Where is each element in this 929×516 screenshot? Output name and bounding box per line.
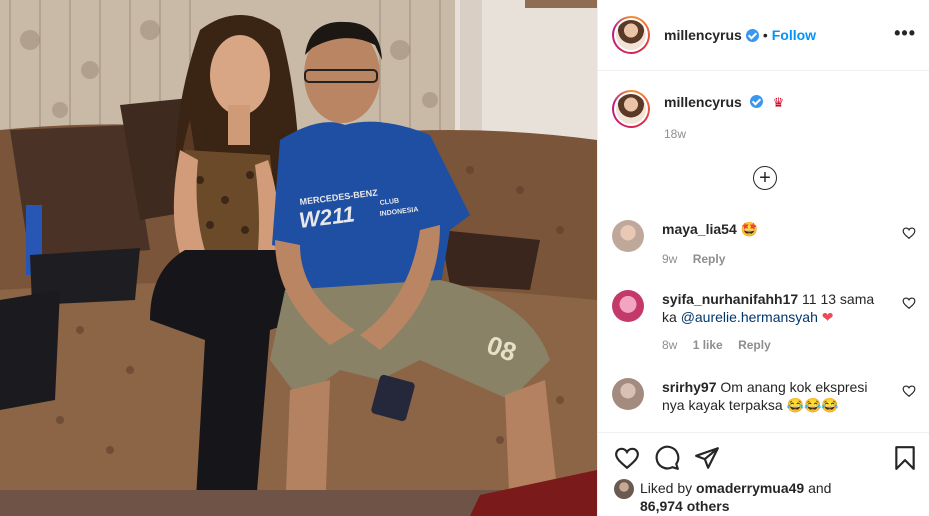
caption-time[interactable]: 18w — [664, 127, 784, 141]
follow-button[interactable]: Follow — [772, 27, 816, 43]
reply-button[interactable]: Reply — [693, 252, 726, 266]
comment-text: 🤩 — [740, 221, 759, 237]
comments-section: millencyrus ♛ 18w + maya_lia54 🤩 9w Repl… — [598, 72, 929, 432]
verified-badge-icon — [749, 95, 763, 108]
comment-likes-count[interactable]: 1 like — [693, 338, 723, 352]
comment-time[interactable]: 9w — [662, 252, 677, 266]
crown-emoji-icon: ♛ — [772, 95, 785, 110]
verified-badge-icon — [745, 28, 759, 42]
post-actions: Liked by omaderrymua49 and 86,974 others — [598, 432, 929, 516]
likes-others-count[interactable]: 86,974 others — [640, 498, 730, 514]
commenter-avatar[interactable] — [612, 220, 644, 252]
comment-item: maya_lia54 🤩 9w Reply — [612, 220, 916, 266]
post-image: MERCEDES-BENZ W211 CLUB INDONESIA 08 — [0, 0, 597, 516]
comment-username[interactable]: srirhy97 — [662, 379, 716, 395]
likes-prefix: Liked by — [640, 480, 693, 496]
red-heart-emoji-icon: ❤ — [821, 309, 834, 325]
comment-item: srirhy97 Om anang kok ekspresi nya kayak… — [612, 378, 916, 414]
save-bookmark-icon[interactable] — [892, 445, 918, 471]
laughing-emoji-icon: 😂😂😂 — [786, 397, 839, 413]
reply-button[interactable]: Reply — [738, 338, 771, 352]
comment-username[interactable]: syifa_nurhanifahh17 — [662, 291, 798, 307]
avatar-image — [616, 20, 646, 50]
like-comment-heart-icon[interactable] — [902, 384, 916, 398]
liker-avatar[interactable] — [614, 479, 634, 499]
caption-username[interactable]: millencyrus — [664, 94, 742, 110]
more-options-icon[interactable]: ••• — [894, 24, 916, 42]
caption: millencyrus ♛ 18w — [612, 90, 784, 141]
post-side-panel: millencyrus • Follow ••• millencyrus ♛ 1… — [597, 0, 929, 516]
comment-item: syifa_nurhanifahh17 11 13 sama ka @aurel… — [612, 290, 916, 352]
likes-connector: and — [808, 480, 832, 496]
comment-mention-link[interactable]: @aurelie.hermansyah — [681, 309, 818, 325]
comment-bubble-icon[interactable] — [654, 445, 680, 471]
avatar-image — [616, 94, 646, 124]
caption-avatar[interactable] — [612, 90, 650, 128]
liker-username[interactable]: omaderrymua49 — [696, 480, 804, 496]
like-heart-icon[interactable] — [614, 445, 640, 471]
commenter-avatar[interactable] — [612, 290, 644, 322]
post-header: millencyrus • Follow ••• — [598, 0, 929, 71]
share-paper-plane-icon[interactable] — [694, 445, 720, 471]
load-more-comments-button[interactable]: + — [753, 166, 777, 190]
likes-summary: Liked by omaderrymua49 and 86,974 others — [614, 479, 831, 515]
author-avatar[interactable] — [612, 16, 650, 54]
like-comment-heart-icon[interactable] — [902, 296, 916, 310]
comment-username[interactable]: maya_lia54 — [662, 221, 737, 237]
separator-dot: • — [762, 27, 768, 43]
comment-time[interactable]: 8w — [662, 338, 677, 352]
commenter-avatar[interactable] — [612, 378, 644, 410]
post-photo[interactable]: MERCEDES-BENZ W211 CLUB INDONESIA 08 — [0, 0, 597, 516]
like-comment-heart-icon[interactable] — [902, 226, 916, 240]
author-username[interactable]: millencyrus — [664, 27, 742, 43]
